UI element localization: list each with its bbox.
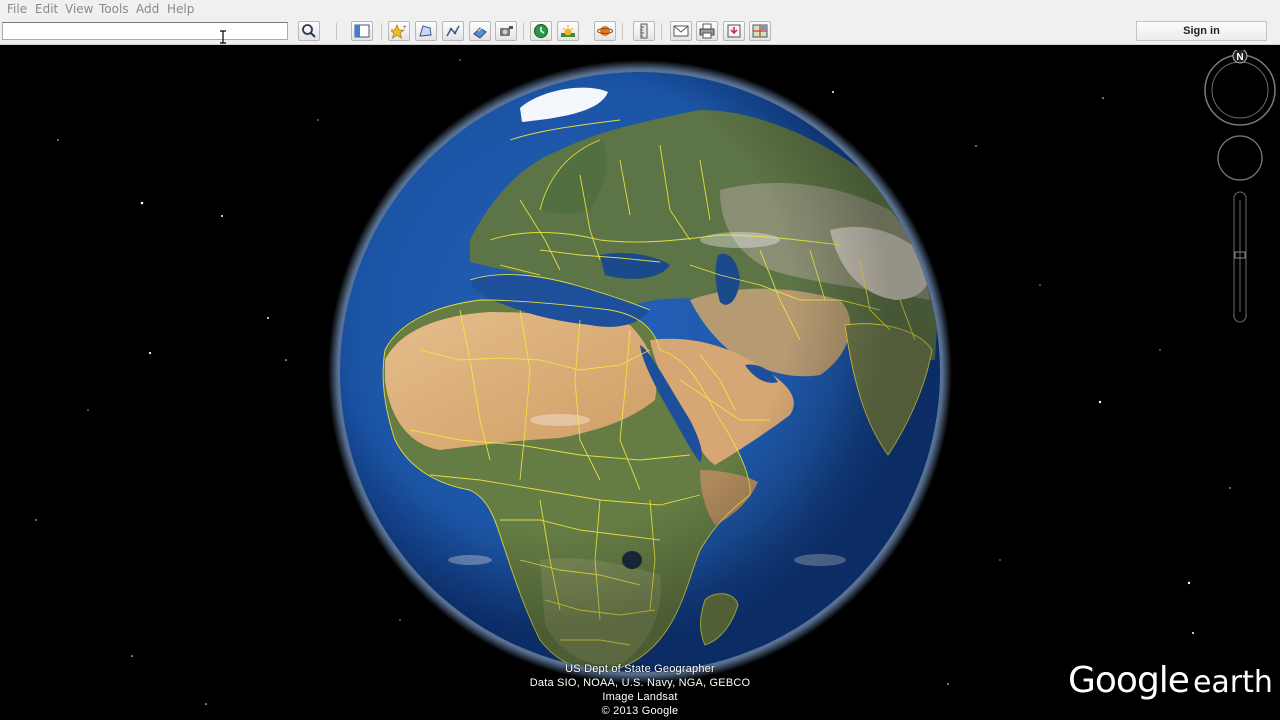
add-image-overlay-button[interactable]	[469, 21, 491, 41]
toolbar-divider	[523, 23, 524, 40]
north-label: N	[1236, 52, 1243, 63]
sunlight-button[interactable]	[557, 21, 579, 41]
ruler-button[interactable]	[633, 21, 655, 41]
email-button[interactable]	[670, 21, 692, 41]
sidebar-icon	[354, 24, 370, 38]
earth-view[interactable]	[0, 45, 1280, 720]
logo-google-text: Google	[1068, 660, 1190, 701]
save-image-icon	[727, 24, 741, 38]
menu-help[interactable]: Help	[167, 2, 194, 16]
planets-icon	[597, 26, 613, 36]
toolbar-divider	[622, 23, 623, 40]
historical-imagery-icon	[534, 24, 548, 38]
navigation-svg: N	[1204, 48, 1276, 323]
image-overlay-icon	[473, 27, 487, 39]
toolbar: + Sign in	[0, 19, 1280, 45]
menu-bar: File Edit View Tools Add Help	[0, 0, 1280, 19]
google-earth-logo: Google earth	[1068, 660, 1273, 701]
save-image-button[interactable]	[723, 21, 745, 41]
zoom-slider[interactable]	[1233, 191, 1247, 323]
ruler-icon	[640, 23, 648, 39]
look-joystick[interactable]	[1204, 54, 1276, 126]
menu-edit[interactable]: Edit	[35, 2, 58, 16]
toolbar-divider	[381, 23, 382, 40]
search-button[interactable]	[298, 21, 320, 41]
compass-north-icon[interactable]: N	[1232, 48, 1248, 64]
navigation-controls: N	[1200, 48, 1280, 330]
sunlight-icon	[561, 25, 575, 37]
view-in-maps-button[interactable]	[749, 21, 771, 41]
path-icon	[446, 25, 460, 37]
logo-earth-text: earth	[1192, 665, 1273, 700]
menu-file[interactable]: File	[7, 2, 27, 16]
record-tour-icon	[500, 26, 513, 36]
maps-view-icon	[752, 24, 768, 38]
add-path-button[interactable]	[442, 21, 464, 41]
toolbar-divider	[336, 23, 337, 40]
print-icon	[699, 23, 715, 39]
polygon-icon	[419, 25, 432, 37]
add-polygon-button[interactable]	[415, 21, 437, 41]
menu-add[interactable]: Add	[136, 2, 159, 16]
attribution-line-3: Image Landsat	[602, 691, 678, 703]
move-joystick[interactable]	[1217, 135, 1263, 181]
add-placemark-button[interactable]: +	[388, 21, 410, 41]
toolbar-divider	[661, 23, 662, 40]
search-input[interactable]	[2, 22, 288, 40]
globe-shading	[340, 72, 940, 672]
print-button[interactable]	[696, 21, 718, 41]
svg-text:+: +	[403, 25, 407, 31]
sidebar-button[interactable]	[351, 21, 373, 41]
email-icon	[673, 25, 689, 37]
globe-canvas[interactable]	[0, 45, 1280, 720]
search-icon	[302, 24, 316, 38]
menu-tools[interactable]: Tools	[99, 2, 129, 16]
attribution-line-1: US Dept of State Geographer	[565, 663, 715, 675]
sign-in-button[interactable]: Sign in	[1136, 21, 1267, 41]
placemark-icon: +	[391, 24, 407, 39]
menu-view[interactable]: View	[65, 2, 93, 16]
switch-planets-button[interactable]	[594, 21, 616, 41]
text-cursor-icon	[220, 30, 226, 44]
attribution-line-4: © 2013 Google	[601, 705, 679, 717]
historical-imagery-button[interactable]	[530, 21, 552, 41]
record-tour-button[interactable]	[495, 21, 517, 41]
attribution-line-2: Data SIO, NOAA, U.S. Navy, NGA, GEBCO	[529, 677, 751, 689]
